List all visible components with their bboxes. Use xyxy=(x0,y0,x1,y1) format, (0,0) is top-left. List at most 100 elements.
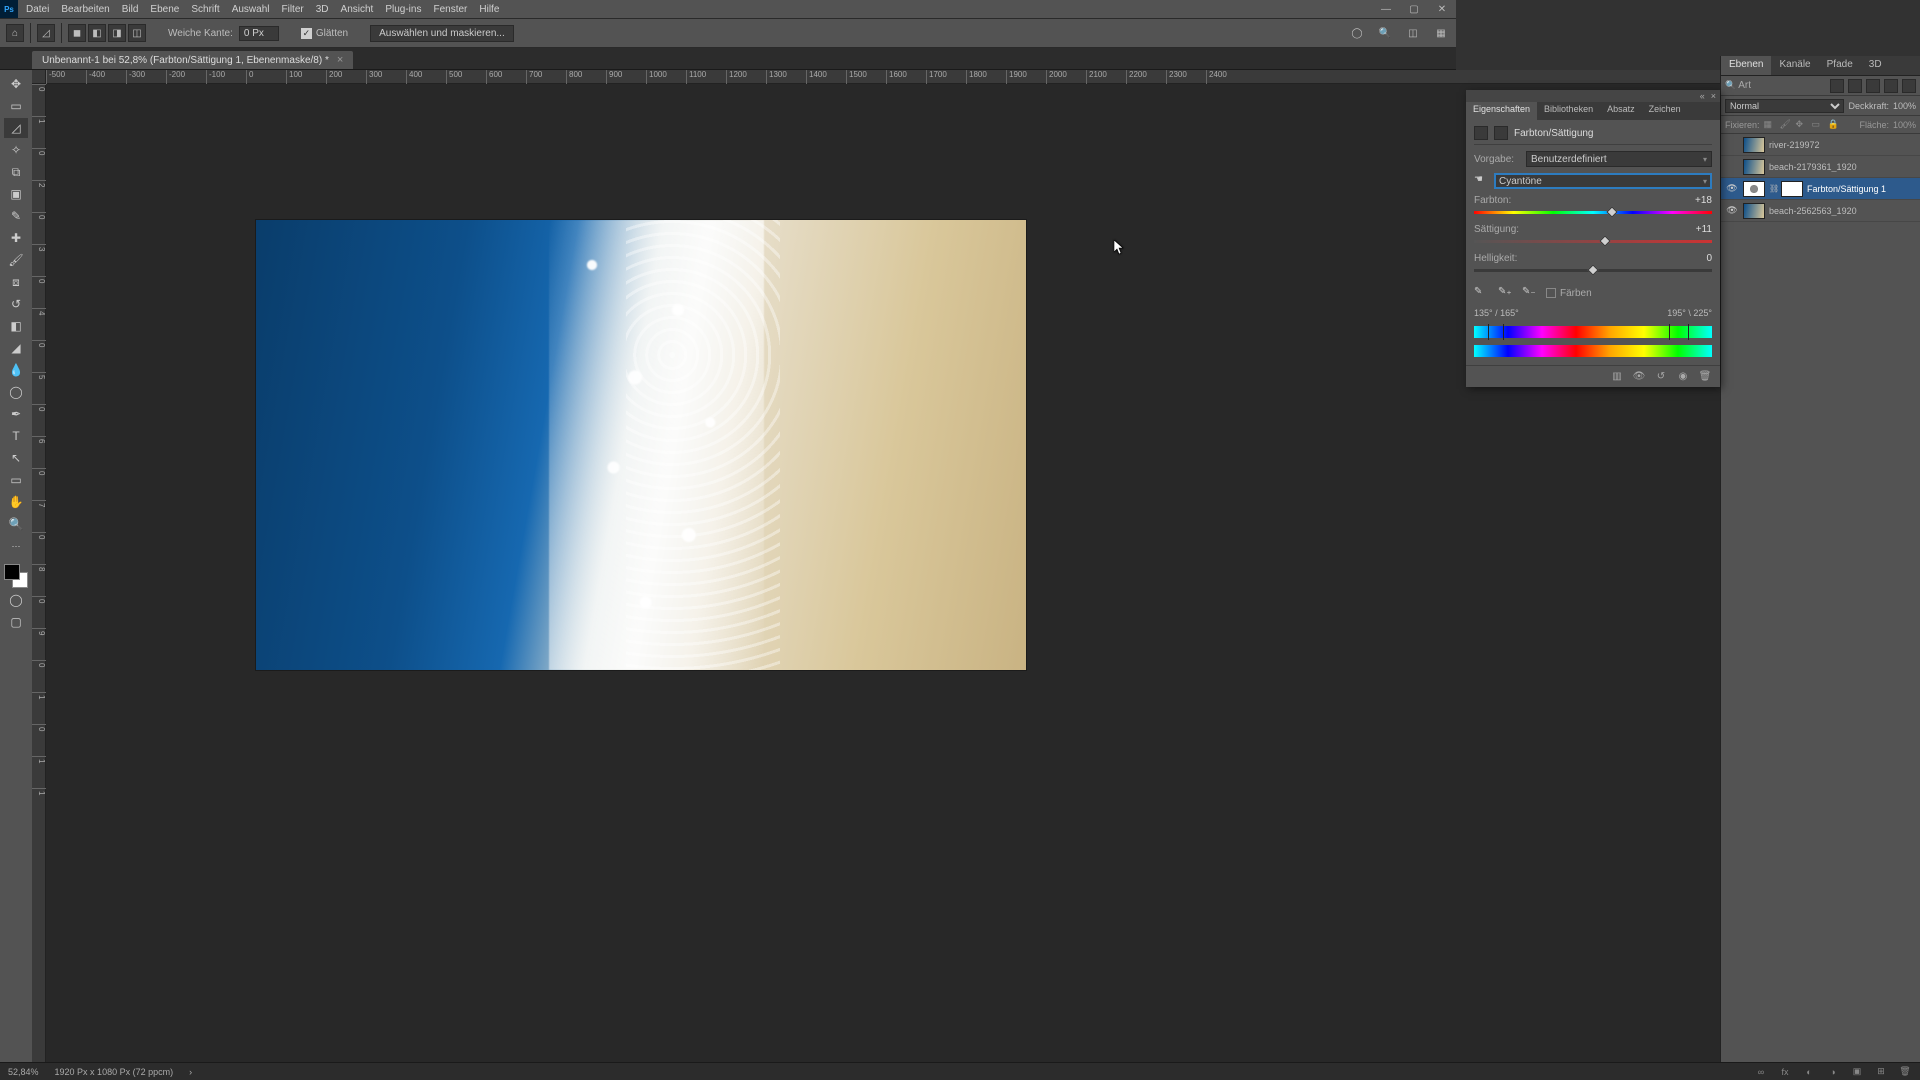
colorize-checkbox[interactable]: Färben xyxy=(1546,288,1592,299)
layer-filter-kind[interactable]: Art xyxy=(1725,80,1826,91)
select-and-mask-button[interactable]: Auswählen und maskieren... xyxy=(370,25,514,42)
window-close-icon[interactable]: ✕ xyxy=(1428,0,1456,18)
panel-collapse-icon[interactable]: « xyxy=(1700,91,1705,101)
fg-color-swatch[interactable] xyxy=(4,564,20,580)
props-tab-bibliotheken[interactable]: Bibliotheken xyxy=(1537,102,1600,120)
history-brush-tool-icon[interactable]: ↺ xyxy=(4,294,28,314)
selection-add-icon[interactable]: ◧ xyxy=(88,24,106,42)
props-tab-zeichen[interactable]: Zeichen xyxy=(1642,102,1688,120)
shape-tool-icon[interactable]: ▭ xyxy=(4,470,28,490)
layer-row[interactable]: 👁⛓Farbton/Sättigung 1 xyxy=(1721,178,1920,200)
type-tool-icon[interactable]: T xyxy=(4,426,28,446)
lock-position-icon[interactable]: ✥ xyxy=(1796,119,1808,131)
panel-tab-kanäle[interactable]: Kanäle xyxy=(1771,56,1818,75)
reset-icon[interactable]: ↺ xyxy=(1654,370,1668,384)
layer-visibility-icon[interactable]: 👁 xyxy=(1725,183,1739,194)
status-adjustment-icon[interactable]: ◑ xyxy=(1826,1065,1840,1079)
status-mask-icon[interactable]: ◐ xyxy=(1802,1065,1816,1079)
layer-mask-thumb[interactable] xyxy=(1781,181,1803,197)
cloud-icon[interactable]: ◯ xyxy=(1348,24,1366,42)
panel-tab-3d[interactable]: 3D xyxy=(1861,56,1890,75)
wand-tool-icon[interactable]: ✧ xyxy=(4,140,28,160)
hue-slider[interactable]: Farbton:+18 xyxy=(1474,195,1712,218)
link-icon[interactable]: ⛓ xyxy=(1769,184,1777,193)
eyedropper-add-icon[interactable]: ✎₊ xyxy=(1498,286,1512,300)
blend-mode-select[interactable]: Normal xyxy=(1725,99,1844,113)
feather-input[interactable]: 0 Px xyxy=(239,26,279,41)
menu-ebene[interactable]: Ebene xyxy=(150,4,179,15)
ruler-vertical[interactable]: 01020304050607080901011 xyxy=(32,84,46,1062)
lasso-tool-icon[interactable]: ◿ xyxy=(4,118,28,138)
layer-name[interactable]: beach-2179361_1920 xyxy=(1769,162,1857,172)
window-minimize-icon[interactable]: — xyxy=(1372,0,1400,18)
delete-adjustment-icon[interactable]: 🗑 xyxy=(1698,370,1712,384)
layer-thumb[interactable] xyxy=(1743,159,1765,175)
close-tab-icon[interactable]: × xyxy=(337,54,343,66)
lightness-slider[interactable]: Helligkeit:0 xyxy=(1474,253,1712,276)
status-group-icon[interactable]: ▣ xyxy=(1850,1065,1864,1079)
adjustment-thumb[interactable] xyxy=(1743,181,1765,197)
status-new-icon[interactable]: ⊞ xyxy=(1874,1065,1888,1079)
hand-tool-icon[interactable]: ✋ xyxy=(4,492,28,512)
menu-ansicht[interactable]: Ansicht xyxy=(341,4,374,15)
view-previous-icon[interactable]: 👁 xyxy=(1632,370,1646,384)
layer-thumb[interactable] xyxy=(1743,137,1765,153)
home-icon[interactable]: ⌂ xyxy=(6,24,24,42)
saturation-slider[interactable]: Sättigung:+11 xyxy=(1474,224,1712,247)
menu-fenster[interactable]: Fenster xyxy=(433,4,467,15)
menu-auswahl[interactable]: Auswahl xyxy=(232,4,270,15)
menu-hilfe[interactable]: Hilfe xyxy=(479,4,499,15)
status-link-icon[interactable]: ∞ xyxy=(1754,1065,1768,1079)
zoom-level[interactable]: 52,84% xyxy=(8,1067,39,1077)
mask-icon[interactable] xyxy=(1494,126,1508,140)
quickmask-icon[interactable]: ◯ xyxy=(4,590,28,610)
filter-shape-icon[interactable] xyxy=(1884,79,1898,93)
stamp-tool-icon[interactable]: ⧈ xyxy=(4,272,28,292)
pen-tool-icon[interactable]: ✒ xyxy=(4,404,28,424)
props-tab-absatz[interactable]: Absatz xyxy=(1600,102,1642,120)
status-fx-icon[interactable]: fx xyxy=(1778,1065,1792,1079)
path-tool-icon[interactable]: ↖ xyxy=(4,448,28,468)
gradient-tool-icon[interactable]: ◢ xyxy=(4,338,28,358)
menu-filter[interactable]: Filter xyxy=(282,4,304,15)
layer-row[interactable]: 👁 beach-2562563_1920 xyxy=(1721,200,1920,222)
panel-close-icon[interactable]: × xyxy=(1711,91,1716,101)
artboard-tool-icon[interactable]: ▭ xyxy=(4,96,28,116)
ruler-origin[interactable] xyxy=(32,70,46,84)
panel-tab-ebenen[interactable]: Ebenen xyxy=(1721,56,1771,75)
search-icon[interactable]: 🔍 xyxy=(1376,24,1394,42)
status-chevron-icon[interactable]: › xyxy=(189,1067,192,1077)
panel-tab-pfade[interactable]: Pfade xyxy=(1819,56,1861,75)
filter-pixel-icon[interactable] xyxy=(1830,79,1844,93)
layer-row[interactable]: river-219972 xyxy=(1721,134,1920,156)
menu-bild[interactable]: Bild xyxy=(122,4,139,15)
menu-bearbeiten[interactable]: Bearbeiten xyxy=(61,4,109,15)
status-trash-icon[interactable]: 🗑 xyxy=(1898,1065,1912,1079)
eyedropper-icon[interactable]: ✎ xyxy=(1474,286,1488,300)
heal-tool-icon[interactable]: ✚ xyxy=(4,228,28,248)
clip-to-layer-icon[interactable]: ▥ xyxy=(1610,370,1624,384)
antialias-checkbox[interactable]: ✓ Glätten xyxy=(301,28,348,39)
toggle-visibility-icon[interactable]: ◉ xyxy=(1676,370,1690,384)
layer-name[interactable]: river-219972 xyxy=(1769,140,1820,150)
color-range-select[interactable]: Cyantöne▾ xyxy=(1494,173,1712,189)
screenmode-icon[interactable]: ▢ xyxy=(4,612,28,632)
blur-tool-icon[interactable]: 💧 xyxy=(4,360,28,380)
layer-visibility-icon[interactable]: 👁 xyxy=(1725,205,1739,216)
more-tools-icon[interactable]: ⋯ xyxy=(4,536,28,556)
frame-tool-icon[interactable]: ▣ xyxy=(4,184,28,204)
menu-datei[interactable]: Datei xyxy=(26,4,49,15)
targeted-adjust-icon[interactable]: ☚ xyxy=(1474,174,1488,188)
lock-all-icon[interactable]: 🔒 xyxy=(1828,119,1840,131)
preset-select[interactable]: Benutzerdefiniert▾ xyxy=(1526,151,1712,167)
crop-tool-icon[interactable]: ⧉ xyxy=(4,162,28,182)
share-icon[interactable]: ▦ xyxy=(1432,24,1450,42)
props-tab-eigenschaften[interactable]: Eigenschaften xyxy=(1466,102,1537,120)
color-spectrum-top[interactable] xyxy=(1474,326,1712,338)
workspace-icon[interactable]: ◫ xyxy=(1404,24,1422,42)
selection-subtract-icon[interactable]: ◨ xyxy=(108,24,126,42)
opacity-value[interactable]: 100% xyxy=(1893,101,1916,111)
fill-value[interactable]: 100% xyxy=(1893,120,1916,130)
ruler-horizontal[interactable]: -500-400-300-200-10001002003004005006007… xyxy=(46,70,1920,84)
layer-name[interactable]: beach-2562563_1920 xyxy=(1769,206,1857,216)
